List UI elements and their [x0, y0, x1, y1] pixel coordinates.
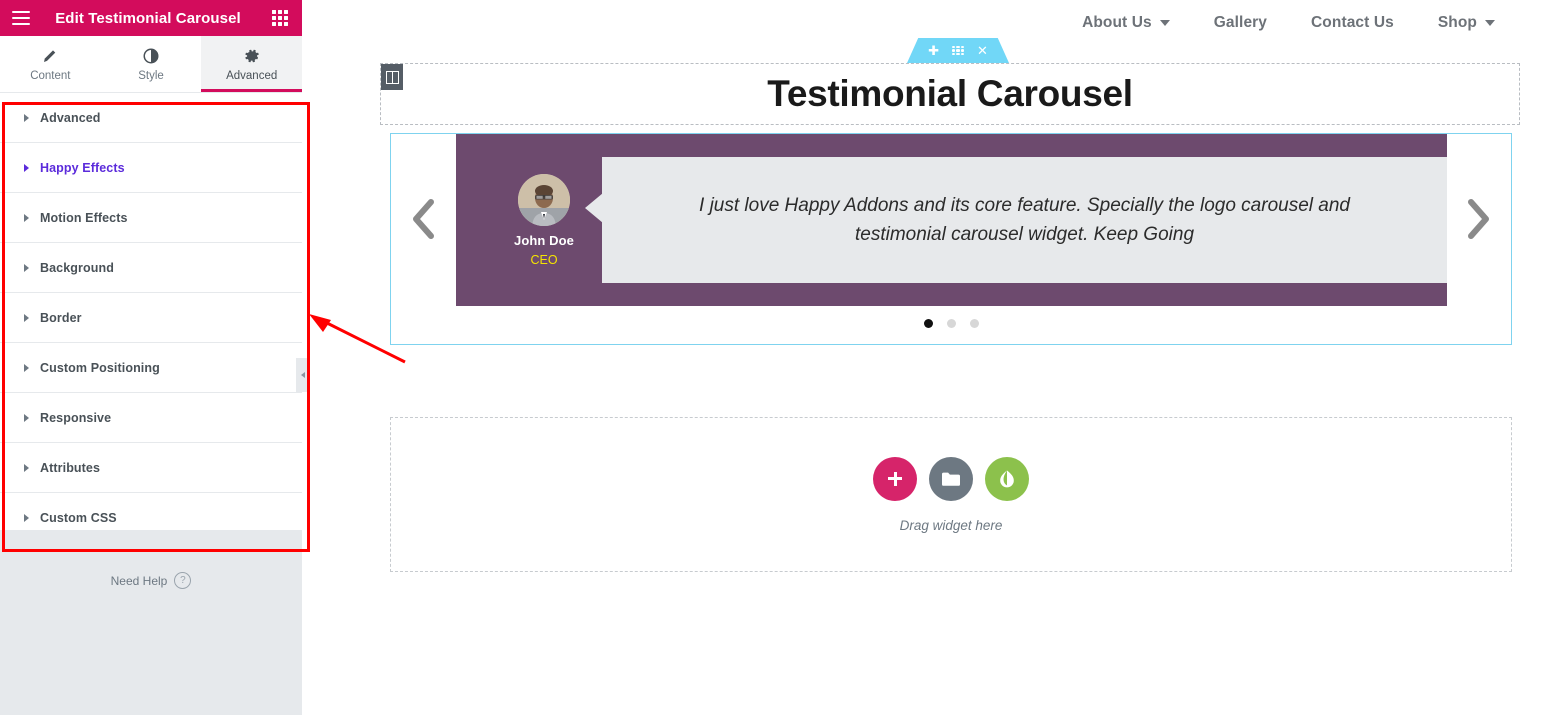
section-motion-effects-label: Motion Effects [40, 210, 128, 225]
site-navigation: About Us Gallery Contact Us Shop [1082, 14, 1495, 32]
section-advanced-label: Advanced [40, 110, 101, 125]
add-widget-button[interactable] [873, 456, 917, 501]
elementor-editor-window: Edit Testimonial Carousel Content Style [0, 0, 1557, 715]
chevron-right-icon [24, 363, 29, 372]
section-border[interactable]: Border [0, 293, 302, 343]
author-role: CEO [530, 252, 558, 267]
tab-content[interactable]: Content [0, 36, 101, 92]
editor-panel: Edit Testimonial Carousel Content Style [0, 0, 303, 715]
page-title: Testimonial Carousel [767, 73, 1133, 114]
chevron-right-icon [24, 513, 29, 522]
chevron-right-icon [24, 213, 29, 222]
panel-sections-list: Advanced Happy Effects Motion Effects Ba… [0, 93, 302, 530]
plus-icon [887, 471, 903, 487]
section-background[interactable]: Background [0, 243, 302, 293]
testimonial-author: John Doe CEO [488, 173, 600, 267]
section-happy-effects-label: Happy Effects [40, 160, 125, 175]
leaf-icon [1000, 470, 1014, 487]
happy-addons-button[interactable] [985, 456, 1029, 501]
section-responsive[interactable]: Responsive [0, 393, 302, 443]
carousel-dot-2[interactable] [946, 319, 956, 328]
section-attributes-label: Attributes [40, 460, 101, 475]
widget-dropzone[interactable]: Drag widget here [390, 417, 1512, 572]
dropzone-buttons [873, 456, 1029, 501]
close-icon[interactable]: ✕ [977, 44, 988, 57]
testimonial-carousel-widget[interactable]: John Doe CEO I just love Happy Addons an… [390, 133, 1512, 345]
carousel-dot-1[interactable] [923, 319, 933, 328]
chevron-down-icon [1485, 20, 1495, 26]
section-toolbar: ✚ ✕ [907, 38, 1009, 63]
tab-content-label: Content [30, 69, 71, 82]
carousel-prev-button[interactable] [410, 197, 438, 241]
nav-item-shop[interactable]: Shop [1438, 14, 1495, 32]
section-custom-positioning[interactable]: Custom Positioning [0, 343, 302, 393]
folder-icon [942, 472, 960, 486]
section-border-label: Border [40, 310, 82, 325]
chevron-right-icon [300, 372, 305, 378]
section-background-label: Background [40, 260, 114, 275]
section-advanced[interactable]: Advanced [0, 93, 302, 143]
templates-button[interactable] [929, 456, 973, 501]
panel-header: Edit Testimonial Carousel [0, 0, 302, 36]
nav-item-gallery[interactable]: Gallery [1214, 14, 1267, 32]
chevron-right-icon [24, 113, 29, 122]
carousel-next-button[interactable] [1464, 197, 1492, 241]
chevron-right-icon [1468, 199, 1489, 239]
testimonial-quote: I just love Happy Addons and its core fe… [699, 194, 1350, 245]
columns-icon [385, 70, 399, 84]
carousel-dot-3[interactable] [969, 319, 979, 328]
section-custom-css-label: Custom CSS [40, 510, 117, 525]
tab-advanced[interactable]: Advanced [201, 36, 303, 92]
chevron-right-icon [24, 413, 29, 422]
page-preview: About Us Gallery Contact Us Shop ✚ ✕ Tes… [302, 0, 1557, 715]
nav-item-about-us-label: About Us [1082, 14, 1152, 31]
testimonial-quote-box: I just love Happy Addons and its core fe… [585, 157, 1447, 283]
grid-dots-icon[interactable] [952, 46, 964, 55]
need-help-label: Need Help [110, 573, 168, 588]
tab-advanced-label: Advanced [226, 69, 278, 82]
chevron-right-icon [24, 313, 29, 322]
tab-style-label: Style [138, 69, 164, 82]
chevron-down-icon [1159, 20, 1170, 26]
author-name: John Doe [513, 232, 575, 248]
tab-style[interactable]: Style [101, 36, 202, 92]
question-circle-icon: ? [174, 572, 192, 589]
grid-icon[interactable] [272, 10, 288, 26]
nav-item-contact-us[interactable]: Contact Us [1311, 14, 1394, 32]
panel-title: Edit Testimonial Carousel [55, 9, 241, 27]
nav-item-shop-label: Shop [1437, 14, 1477, 31]
section-custom-css[interactable]: Custom CSS [0, 493, 302, 530]
heading-section[interactable]: Testimonial Carousel [380, 63, 1520, 125]
chevron-right-icon [24, 263, 29, 272]
carousel-slide: John Doe CEO I just love Happy Addons an… [456, 134, 1447, 306]
pencil-icon [44, 49, 56, 62]
dropzone-label: Drag widget here [899, 517, 1003, 533]
panel-tabs: Content Style Advanced [0, 36, 303, 93]
column-edit-handle[interactable] [381, 64, 403, 90]
section-responsive-label: Responsive [40, 410, 112, 425]
panel-collapse-toggle[interactable] [296, 358, 309, 392]
plus-icon[interactable]: ✚ [928, 44, 939, 57]
section-custom-positioning-label: Custom Positioning [40, 360, 160, 375]
chevron-left-icon [413, 199, 434, 239]
chevron-right-icon [24, 463, 29, 472]
chevron-right-icon [24, 163, 29, 172]
need-help-link[interactable]: Need Help ? [0, 572, 302, 589]
contrast-icon [143, 48, 159, 63]
nav-item-about-us[interactable]: About Us [1082, 14, 1170, 32]
gear-icon [245, 49, 259, 62]
section-attributes[interactable]: Attributes [0, 443, 302, 493]
nav-item-gallery-label: Gallery [1213, 14, 1268, 31]
section-happy-effects[interactable]: Happy Effects [0, 143, 302, 193]
nav-item-contact-us-label: Contact Us [1311, 14, 1394, 31]
carousel-pagination [391, 319, 1511, 328]
avatar [518, 173, 570, 226]
section-motion-effects[interactable]: Motion Effects [0, 193, 302, 243]
avatar-photo [518, 173, 570, 226]
